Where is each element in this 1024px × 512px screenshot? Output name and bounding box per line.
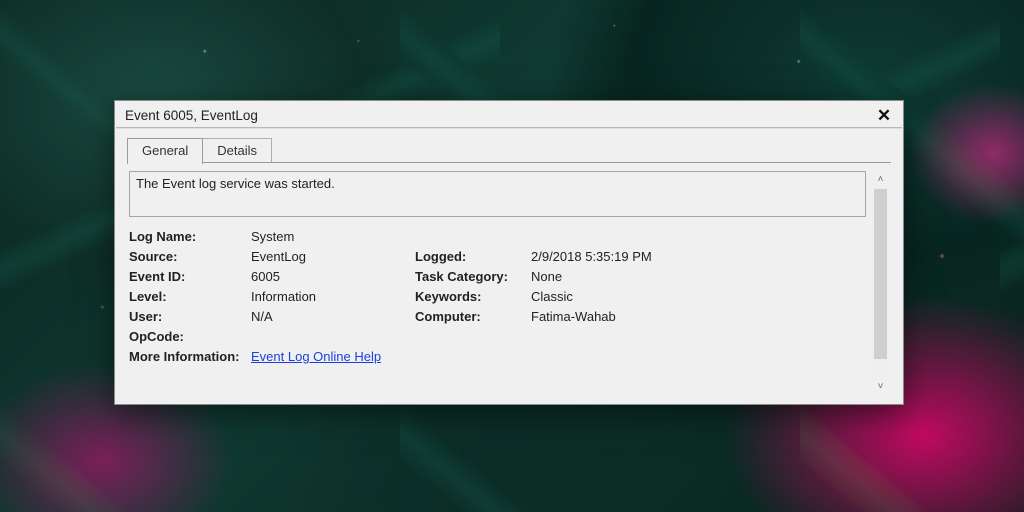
value-logged: 2/9/2018 5:35:19 PM bbox=[531, 249, 866, 264]
label-task-category: Task Category: bbox=[415, 269, 527, 284]
scroll-track[interactable] bbox=[872, 187, 889, 378]
panel-content: The Event log service was started. Log N… bbox=[129, 171, 866, 394]
value-task-category: None bbox=[531, 269, 866, 284]
titlebar: Event 6005, EventLog ✕ bbox=[115, 101, 903, 127]
tab-details[interactable]: Details bbox=[202, 138, 272, 163]
scroll-down-button[interactable]: ˅ bbox=[872, 378, 889, 394]
value-keywords: Classic bbox=[531, 289, 866, 304]
event-log-help-link[interactable]: Event Log Online Help bbox=[251, 349, 381, 364]
label-logged: Logged: bbox=[415, 249, 527, 264]
close-button[interactable]: ✕ bbox=[873, 106, 895, 124]
close-icon: ✕ bbox=[877, 107, 891, 124]
tab-general[interactable]: General bbox=[127, 138, 203, 164]
label-user: User: bbox=[129, 309, 247, 324]
label-source: Source: bbox=[129, 249, 247, 264]
label-log-name: Log Name: bbox=[129, 229, 247, 244]
label-event-id: Event ID: bbox=[129, 269, 247, 284]
value-source: EventLog bbox=[251, 249, 411, 264]
tab-panel-general: The Event log service was started. Log N… bbox=[127, 163, 891, 394]
scroll-thumb[interactable] bbox=[874, 189, 887, 359]
dialog-title: Event 6005, EventLog bbox=[125, 108, 873, 123]
tabs-underline bbox=[127, 162, 891, 163]
label-more-info: More Information: bbox=[129, 349, 247, 364]
scroll-up-button[interactable]: ˄ bbox=[872, 171, 889, 187]
value-user: N/A bbox=[251, 309, 411, 324]
value-level: Information bbox=[251, 289, 411, 304]
event-description: The Event log service was started. bbox=[129, 171, 866, 217]
chevron-up-icon: ˄ bbox=[878, 174, 884, 185]
label-keywords: Keywords: bbox=[415, 289, 527, 304]
tabs: General Details bbox=[115, 129, 903, 163]
chevron-down-icon: ˅ bbox=[878, 381, 884, 392]
value-event-id: 6005 bbox=[251, 269, 411, 284]
event-fields: Log Name: System Source: EventLog Logged… bbox=[129, 229, 866, 364]
event-properties-dialog: Event 6005, EventLog ✕ General Details T… bbox=[114, 100, 904, 405]
label-opcode: OpCode: bbox=[129, 329, 247, 344]
vertical-scrollbar[interactable]: ˄ ˅ bbox=[872, 171, 889, 394]
value-computer: Fatima-Wahab bbox=[531, 309, 866, 324]
label-level: Level: bbox=[129, 289, 247, 304]
value-log-name: System bbox=[251, 229, 411, 244]
label-computer: Computer: bbox=[415, 309, 527, 324]
